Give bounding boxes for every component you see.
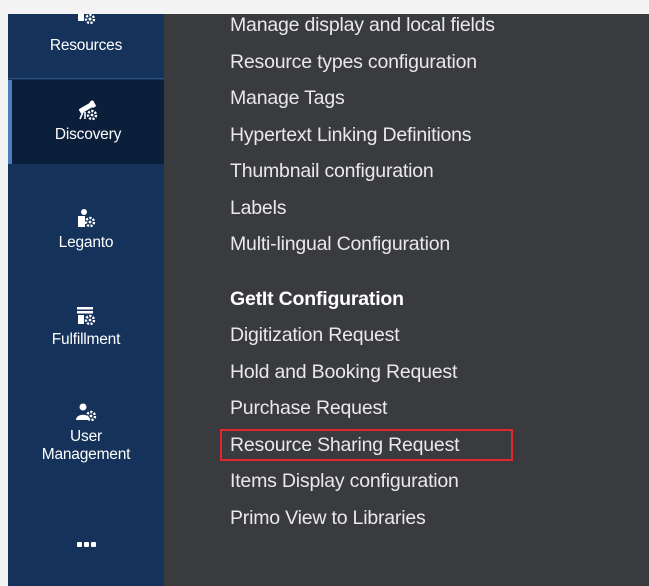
left-edge [0, 0, 8, 586]
fulfillment-icon [77, 307, 96, 326]
link-manage-display-and-local-fields[interactable]: Manage display and local fields [230, 7, 495, 44]
discovery-telescope-icon [78, 100, 98, 121]
sidebar-item-discovery[interactable]: Discovery [8, 80, 164, 164]
link-purchase-request[interactable]: Purchase Request [230, 390, 495, 427]
sidebar-item-label: Fulfillment [51, 331, 121, 348]
leganto-icon [78, 209, 96, 228]
link-multi-lingual-configuration[interactable]: Multi-lingual Configuration [230, 226, 495, 263]
sidebar-more-button[interactable] [8, 522, 164, 566]
sidebar-item-label: Discovery [54, 126, 122, 143]
link-thumbnail-configuration[interactable]: Thumbnail configuration [230, 153, 495, 190]
sidebar-item-user-management[interactable]: User Management [8, 378, 164, 488]
link-manage-tags[interactable]: Manage Tags [230, 80, 495, 117]
resources-icon [78, 13, 96, 25]
main-sidebar: Resources Discovery Leganto Fulfillment … [8, 13, 164, 586]
sidebar-item-leganto[interactable]: Leganto [8, 182, 164, 278]
sidebar-divider [8, 78, 164, 79]
more-dots-icon [76, 541, 96, 547]
link-hypertext-linking-definitions[interactable]: Hypertext Linking Definitions [230, 117, 495, 154]
sidebar-item-resources[interactable]: Resources [8, 13, 164, 78]
section-heading-getit: GetIt Configuration [230, 287, 404, 310]
sidebar-item-label: Leganto [58, 234, 114, 251]
user-management-icon [76, 403, 97, 422]
highlighted-item: Resource Sharing Request [220, 427, 513, 464]
config-link-list: Manage display and local fields Resource… [220, 7, 513, 537]
link-resource-sharing-request[interactable]: Resource Sharing Request [230, 427, 495, 464]
sidebar-item-label-line-2: Management [41, 446, 131, 463]
link-items-display-configuration[interactable]: Items Display configuration [230, 463, 495, 500]
link-hold-and-booking-request[interactable]: Hold and Booking Request [230, 354, 495, 391]
screenshot-stage: Resources Discovery Leganto Fulfillment … [0, 0, 649, 586]
section-gap [230, 263, 495, 281]
sidebar-item-label-line-1: User [70, 428, 102, 445]
link-labels[interactable]: Labels [230, 190, 495, 227]
link-primo-view-to-libraries[interactable]: Primo View to Libraries [230, 500, 495, 537]
link-resource-types-configuration[interactable]: Resource types configuration [230, 44, 495, 81]
sidebar-item-label: Resources [49, 37, 123, 54]
discovery-config-menu: Manage display and local fields Resource… [164, 14, 649, 586]
link-digitization-request[interactable]: Digitization Request [230, 317, 495, 354]
sidebar-item-fulfillment[interactable]: Fulfillment [8, 282, 164, 372]
